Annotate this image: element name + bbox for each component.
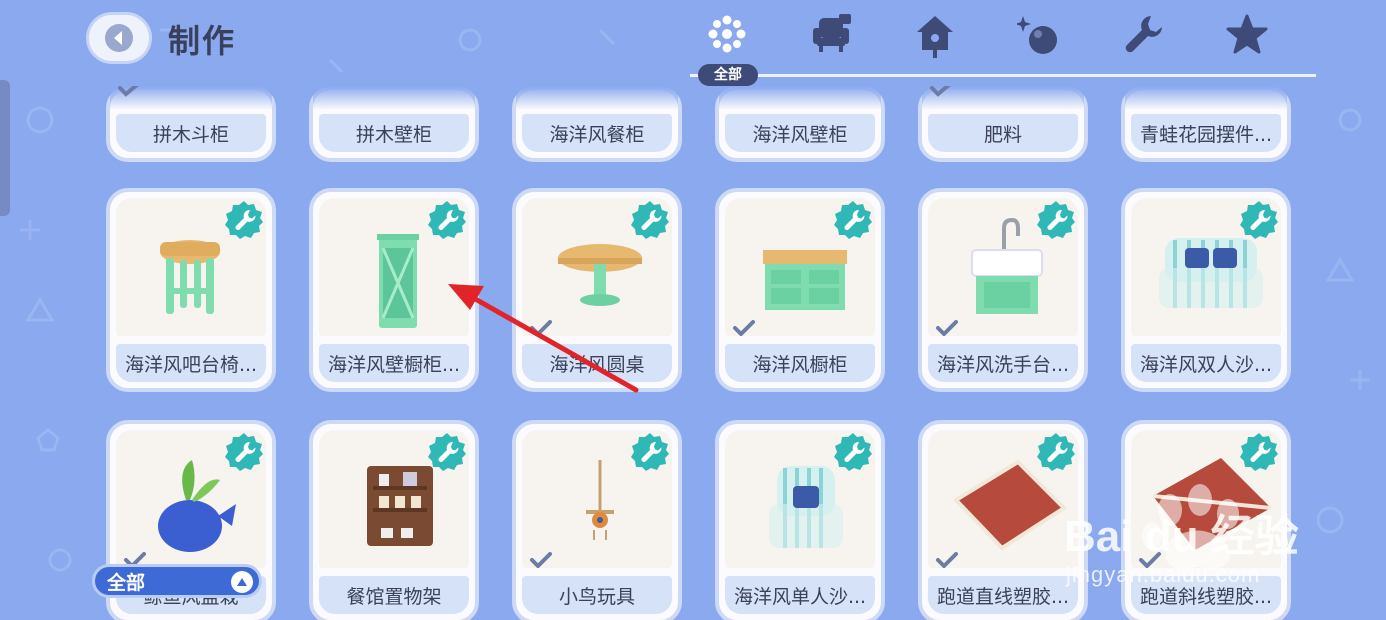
craftable-wrench-badge-icon bbox=[428, 201, 466, 239]
birdhouse-icon bbox=[917, 16, 953, 58]
item-name: 拼木斗柜 bbox=[116, 114, 266, 152]
item-name: 拼木壁柜 bbox=[319, 114, 469, 152]
craftable-wrench-badge-icon bbox=[1037, 201, 1075, 239]
tab-furniture[interactable] bbox=[798, 10, 864, 70]
item-card[interactable]: 海洋风壁橱柜... bbox=[309, 188, 479, 392]
item-name: 海洋风餐柜 bbox=[522, 114, 672, 152]
craftable-wrench-badge-icon bbox=[428, 433, 466, 471]
chevron-up-icon bbox=[231, 571, 253, 593]
item-card[interactable]: 海洋风壁柜 bbox=[715, 86, 885, 162]
item-name: 海洋风壁橱柜... bbox=[319, 344, 469, 382]
item-name: 肥料 bbox=[928, 114, 1078, 152]
tab-misc[interactable] bbox=[1006, 10, 1072, 70]
owned-check-icon bbox=[530, 552, 552, 568]
craftable-wrench-badge-icon bbox=[631, 201, 669, 239]
item-card[interactable]: 海洋风双人沙... bbox=[1121, 188, 1291, 392]
item-name: 小鸟玩具 bbox=[522, 576, 672, 614]
item-name: 海洋风橱柜 bbox=[725, 344, 875, 382]
armchair-icon bbox=[813, 14, 851, 52]
watermark-url: jingyan.baidu.com bbox=[1066, 562, 1261, 587]
item-card[interactable]: 海洋风单人沙... bbox=[715, 420, 885, 620]
item-card[interactable]: 跑道直线塑胶... bbox=[918, 420, 1088, 620]
owned-check-icon bbox=[936, 552, 958, 568]
item-name: 海洋风壁柜 bbox=[725, 114, 875, 152]
wrench-icon bbox=[1125, 16, 1162, 53]
dots-grid-icon bbox=[708, 15, 746, 53]
category-tabs bbox=[690, 10, 1316, 76]
item-card[interactable]: 海洋风洗手台... bbox=[918, 188, 1088, 392]
tab-tools[interactable] bbox=[1110, 10, 1176, 70]
item-card[interactable]: 海洋风吧台椅... bbox=[106, 188, 276, 392]
tab-all[interactable] bbox=[694, 10, 760, 70]
back-button[interactable] bbox=[86, 12, 152, 64]
active-tab-label: 全部 bbox=[698, 64, 758, 86]
filter-dropdown[interactable]: 全部 bbox=[92, 564, 262, 598]
item-card[interactable]: 拼木壁柜 bbox=[309, 86, 479, 162]
item-card[interactable]: 小鸟玩具 bbox=[512, 420, 682, 620]
item-name: 餐馆置物架 bbox=[319, 576, 469, 614]
craftable-wrench-badge-icon bbox=[834, 433, 872, 471]
item-name: 青蛙花园摆件... bbox=[1131, 114, 1281, 152]
star-icon bbox=[1226, 14, 1268, 54]
item-name: 海洋风双人沙... bbox=[1131, 344, 1281, 382]
tab-decoration[interactable] bbox=[902, 10, 968, 70]
owned-check-icon bbox=[733, 320, 755, 336]
owned-check-icon bbox=[530, 320, 552, 336]
owned-check-icon bbox=[936, 320, 958, 336]
craftable-wrench-badge-icon bbox=[631, 433, 669, 471]
item-card[interactable]: 海洋风餐柜 bbox=[512, 86, 682, 162]
item-card[interactable]: 海洋风圆桌 bbox=[512, 188, 682, 392]
item-card[interactable]: 海洋风橱柜 bbox=[715, 188, 885, 392]
craftable-wrench-badge-icon bbox=[834, 201, 872, 239]
item-name: 跑道直线塑胶... bbox=[928, 576, 1078, 614]
item-name: 海洋风单人沙... bbox=[725, 576, 875, 614]
tab-favorites[interactable] bbox=[1214, 10, 1280, 70]
craftable-wrench-badge-icon bbox=[225, 201, 263, 239]
craftable-wrench-badge-icon bbox=[1037, 433, 1075, 471]
craftable-wrench-badge-icon bbox=[225, 433, 263, 471]
craftable-wrench-badge-icon bbox=[1240, 201, 1278, 239]
filter-label: 全部 bbox=[107, 571, 146, 594]
watermark-brand: Bai du 经验 bbox=[1064, 512, 1299, 561]
owned-check-icon bbox=[118, 86, 139, 97]
owned-check-icon bbox=[930, 86, 951, 97]
item-card[interactable]: 青蛙花园摆件... bbox=[1121, 86, 1291, 162]
item-name: 海洋风吧台椅... bbox=[116, 344, 266, 382]
item-name: 海洋风洗手台... bbox=[928, 344, 1078, 382]
page-title: 制作 bbox=[168, 22, 237, 60]
tabs-divider bbox=[690, 74, 1316, 77]
craftable-wrench-badge-icon bbox=[1240, 433, 1278, 471]
item-name: 海洋风圆桌 bbox=[522, 344, 672, 382]
sparkle-ball-icon bbox=[1017, 16, 1057, 54]
item-card[interactable]: 餐馆置物架 bbox=[309, 420, 479, 620]
back-arrow-icon bbox=[105, 24, 133, 52]
